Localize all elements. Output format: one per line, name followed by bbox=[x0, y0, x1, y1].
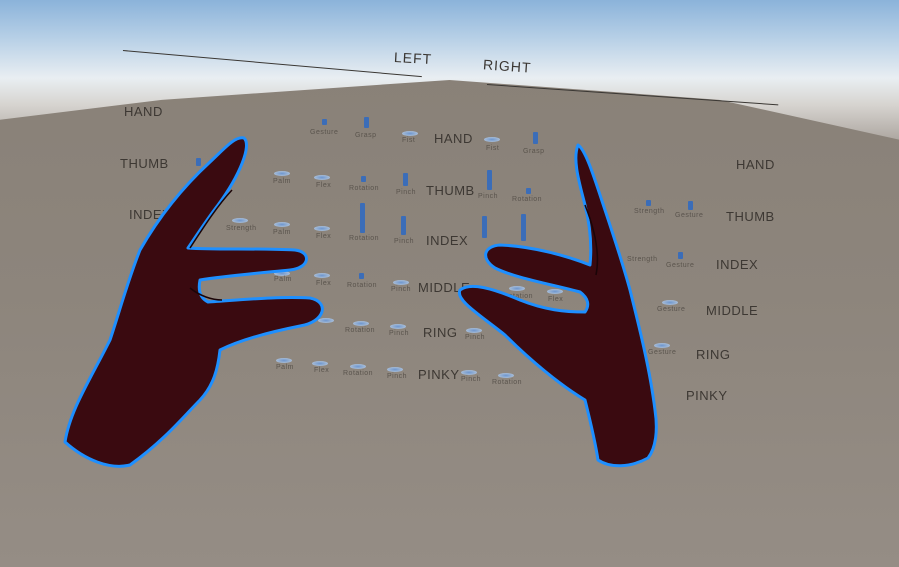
hands-layer bbox=[63, 136, 658, 468]
left-virtual-hand bbox=[63, 136, 324, 468]
right-virtual-hand bbox=[457, 143, 658, 468]
vr-scene: LEFT RIGHT HAND THUMB INDEX HAND THUMB I… bbox=[0, 0, 899, 567]
